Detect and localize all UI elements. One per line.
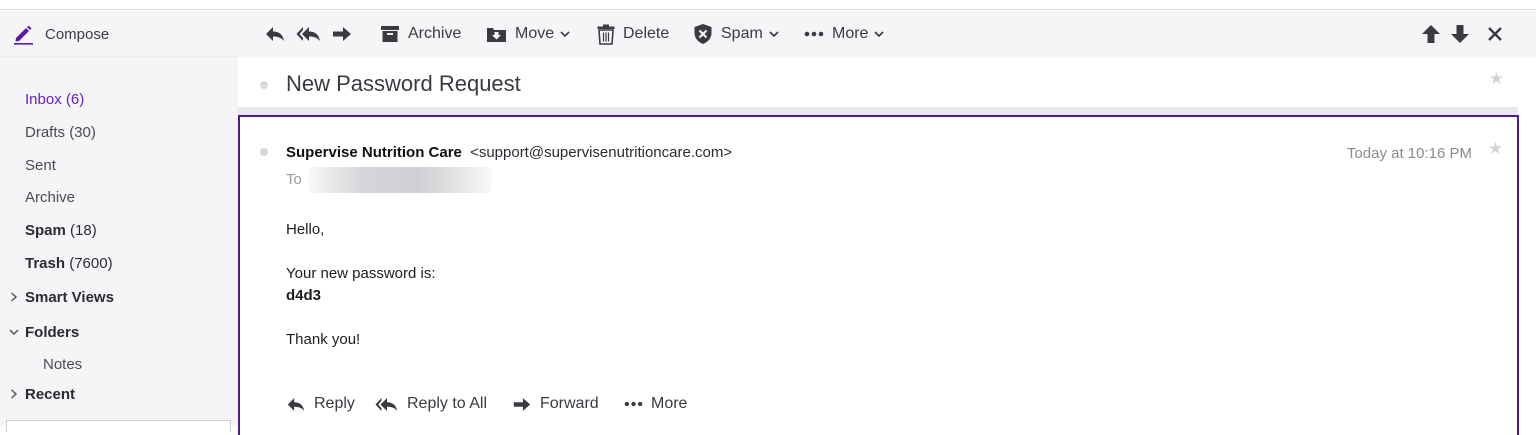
sidebar-item-label: Inbox xyxy=(25,91,62,108)
forward-arrow-icon xyxy=(333,27,351,41)
more-menu-button[interactable]: More xyxy=(804,11,885,57)
pencil-icon xyxy=(14,25,33,45)
delete-button[interactable]: Delete xyxy=(597,11,669,57)
delete-label: Delete xyxy=(623,25,670,42)
sidebar-item-label: Notes xyxy=(43,356,83,373)
star-icon[interactable]: ★ xyxy=(1489,69,1504,89)
archive-box-icon xyxy=(381,26,399,42)
sidebar-item-sent[interactable]: Sent xyxy=(25,157,56,174)
forward-arrow-icon xyxy=(513,397,531,411)
sidebar-bottom-panel xyxy=(6,420,231,432)
reply-all-icon xyxy=(296,27,320,41)
star-icon[interactable]: ★ xyxy=(1488,139,1503,159)
compose-button[interactable]: Compose xyxy=(0,11,238,57)
divider xyxy=(0,56,238,57)
divider xyxy=(238,107,1518,115)
window-top-edge xyxy=(0,0,1536,10)
conversation-header: New Password Request ★ xyxy=(238,57,1518,107)
message-subject: New Password Request xyxy=(286,71,521,96)
sidebar-item-recent[interactable]: Recent xyxy=(11,386,76,403)
reply-icon xyxy=(287,397,305,411)
reply-all-label: Reply to All xyxy=(407,395,488,412)
sidebar-item-archive[interactable]: Archive xyxy=(25,189,75,206)
sender-line: Supervise Nutrition Care <support@superv… xyxy=(286,144,732,161)
shield-x-icon xyxy=(694,24,712,44)
more-label: More xyxy=(651,395,688,412)
sender-email: <support@supervisenutritioncare.com> xyxy=(470,144,733,161)
reply-button[interactable]: Reply xyxy=(286,395,355,413)
unread-count: (18) xyxy=(70,222,97,239)
item-count: (30) xyxy=(69,124,96,141)
chevron-down-icon xyxy=(874,31,885,38)
message-card: Supervise Nutrition Care <support@superv… xyxy=(238,115,1519,435)
spam-button[interactable]: Spam xyxy=(693,11,780,57)
sidebar-item-drafts[interactable]: Drafts (30) xyxy=(25,124,96,141)
trash-icon xyxy=(597,24,615,45)
chevron-right-icon xyxy=(11,292,18,302)
sidebar-item-label: Smart Views xyxy=(25,289,114,306)
sidebar: Compose Inbox (6) Drafts (30) Sent Archi… xyxy=(0,11,238,432)
reply-all-icon xyxy=(375,397,398,411)
sidebar-item-label: Archive xyxy=(25,189,76,206)
reply-all-button[interactable] xyxy=(296,11,322,57)
recipient-redacted xyxy=(308,167,492,193)
reply-icon xyxy=(266,27,284,41)
sidebar-item-label: Sent xyxy=(25,157,56,174)
sidebar-item-smart-views[interactable]: Smart Views xyxy=(11,289,114,306)
archive-button[interactable]: Archive xyxy=(380,11,461,57)
close-icon xyxy=(1488,27,1502,41)
body-text: Your new password is: xyxy=(286,265,436,282)
sidebar-item-label: Spam xyxy=(25,222,66,239)
recipient-label: To xyxy=(286,171,302,188)
body-greeting: Hello, xyxy=(286,221,325,238)
sidebar-item-label: Drafts xyxy=(25,124,66,141)
read-status-dot[interactable] xyxy=(260,148,268,156)
message-timestamp: Today at 10:16 PM xyxy=(1346,145,1472,162)
chevron-down-icon xyxy=(769,31,779,38)
read-status-dot[interactable] xyxy=(260,81,268,89)
arrow-up-icon xyxy=(1422,25,1440,43)
unread-count: (7600) xyxy=(69,255,113,272)
chevron-down-icon xyxy=(560,31,570,38)
close-message-button[interactable] xyxy=(1487,11,1503,57)
chevron-down-icon xyxy=(9,329,19,336)
body-closing: Thank you! xyxy=(286,331,361,348)
body-password: d4d3 xyxy=(286,287,322,304)
arrow-down-icon xyxy=(1451,25,1469,43)
sidebar-item-notes[interactable]: Notes xyxy=(43,356,82,373)
forward-button[interactable]: Forward xyxy=(512,395,599,413)
message-body: Hello, Your new password is: d4d3 Thank … xyxy=(286,219,436,351)
unread-count: (6) xyxy=(65,91,85,108)
forward-label: Forward xyxy=(540,395,599,412)
spam-label: Spam xyxy=(721,25,763,42)
sidebar-item-inbox[interactable]: Inbox (6) xyxy=(25,91,84,108)
compose-label: Compose xyxy=(45,25,110,43)
scrollbar-track[interactable] xyxy=(1519,57,1536,426)
sidebar-item-spam[interactable]: Spam (18) xyxy=(25,222,97,239)
more-dots-icon xyxy=(624,401,643,407)
sidebar-item-label: Folders xyxy=(25,324,80,341)
reply-label: Reply xyxy=(314,395,355,412)
forward-button[interactable] xyxy=(331,11,353,57)
previous-message-button[interactable] xyxy=(1421,11,1441,57)
chevron-right-icon xyxy=(11,389,18,399)
message-toolbar: Archive Move Delete Spam More xyxy=(238,11,1536,57)
sidebar-item-trash[interactable]: Trash (7600) xyxy=(25,255,113,272)
more-dots-icon xyxy=(804,31,824,37)
reply-button[interactable] xyxy=(264,11,286,57)
more-button[interactable]: More xyxy=(624,395,687,413)
move-button[interactable]: Move xyxy=(486,11,571,57)
reply-all-button[interactable]: Reply to All xyxy=(375,395,487,413)
sidebar-item-label: Trash xyxy=(25,255,66,272)
move-to-folder-icon xyxy=(487,28,506,42)
archive-label: Archive xyxy=(408,25,462,42)
sender-name[interactable]: Supervise Nutrition Care xyxy=(286,144,462,161)
move-label: Move xyxy=(515,25,555,42)
more-label: More xyxy=(832,25,869,42)
sidebar-item-label: Recent xyxy=(25,386,76,403)
next-message-button[interactable] xyxy=(1450,11,1470,57)
sidebar-item-folders[interactable]: Folders xyxy=(9,324,80,341)
